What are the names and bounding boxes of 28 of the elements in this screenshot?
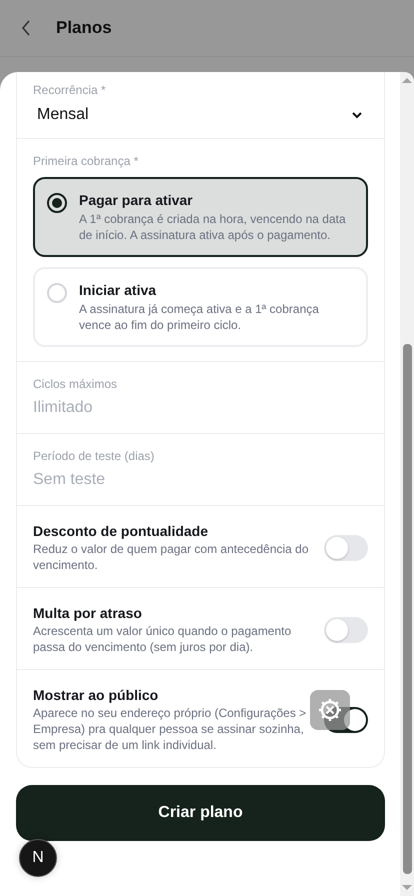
radio-option[interactable]: Iniciar ativa A assinatura já começa ativa e a 1ª cobrança vence ao fim do primeiro ciclo. (33, 267, 368, 347)
setting-description: Aparece no seu endereço próprio (Configurações > Empresa) pra qualquer pessoa se assinar sozinha, sem precisar de um link individual. (33, 705, 308, 753)
field-label: Recorrência * (33, 83, 107, 97)
toggle-switch[interactable] (324, 534, 368, 560)
option-title: Iniciar ativa (79, 281, 158, 299)
field-label: Período de teste (dias) (33, 449, 156, 463)
radio-icon (47, 193, 67, 213)
option-description: A assinatura já começa ativa e a 1ª cobrança vence ao fim do primeiro ciclo. (79, 301, 320, 333)
create-plan-button[interactable]: Criar plano (16, 785, 385, 841)
setting-description: Reduz o valor de quem pagar com antecedência do vencimento. (33, 541, 310, 573)
setting-description: Acrescenta um valor único quando o pagamento passa do vencimento (sem juros por dia). (33, 623, 292, 655)
page-title: Planos (56, 18, 112, 38)
radio-option[interactable]: Pagar para ativar A 1ª cobrança é criada na hora, vencendo na data de início. A assinatura ativa após o pagamento. (33, 177, 368, 257)
setting-title: Multa por atraso (33, 604, 143, 622)
input-field[interactable]: Ilimitado (33, 399, 368, 417)
back-button[interactable] (20, 19, 32, 37)
option-description: A 1ª cobrança é criada na hora, vencendo na data de início. A assinatura ativa após o pagamento. (79, 211, 347, 243)
select-field[interactable]: Mensal (33, 106, 368, 124)
chevron-down-icon (352, 112, 362, 118)
setting-title: Mostrar ao público (33, 686, 160, 704)
input-field[interactable]: Sem teste (33, 471, 368, 489)
radio-icon (47, 283, 67, 303)
setting-title: Desconto de pontualidade (33, 522, 210, 540)
field-label: Primeira cobrança * (33, 154, 140, 168)
toggle-switch[interactable] (324, 616, 368, 642)
field-label: Ciclos máximos (33, 377, 118, 391)
option-title: Pagar para ativar (79, 191, 194, 209)
settings-icon[interactable] (310, 690, 350, 730)
